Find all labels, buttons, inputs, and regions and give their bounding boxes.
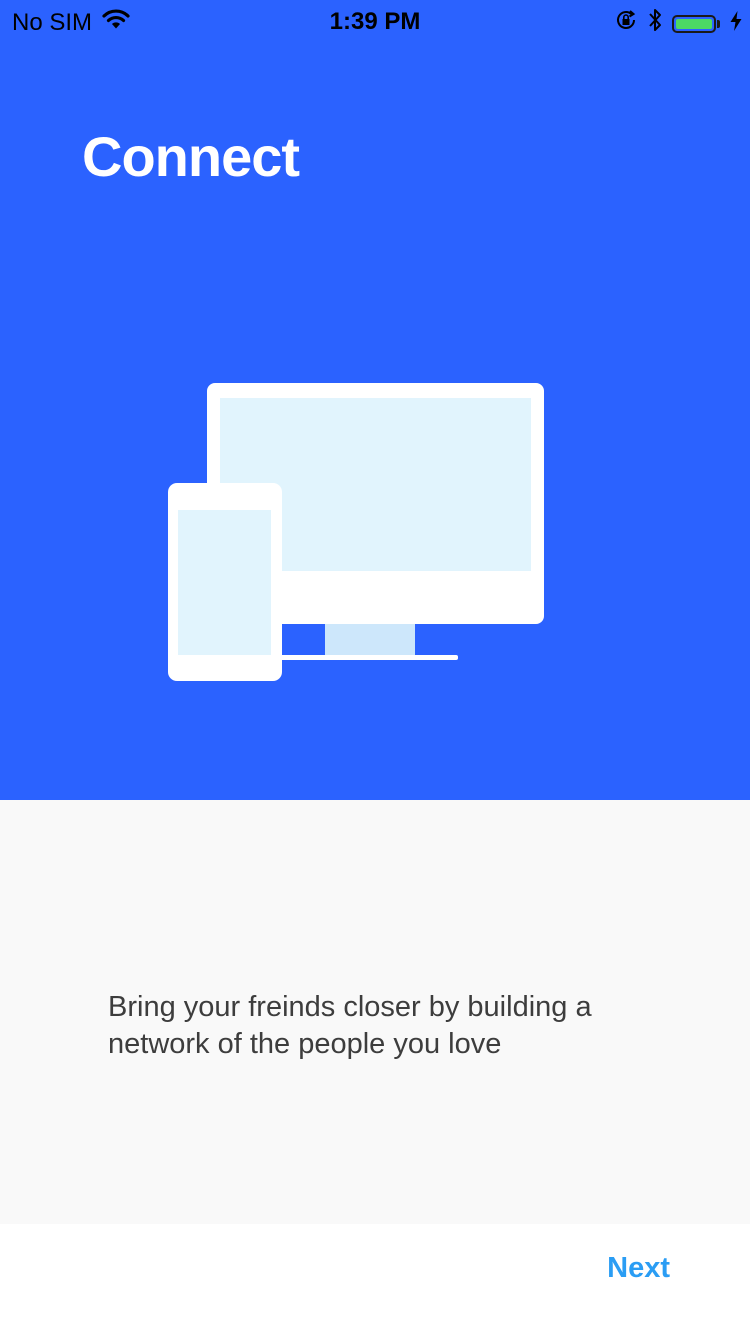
battery-tip [717,19,720,28]
battery-icon [672,14,716,33]
bluetooth-icon [648,7,662,40]
status-icons [614,7,742,40]
orientation-lock-icon [614,8,638,39]
charging-icon [730,10,742,38]
devices-illustration [160,375,560,695]
battery-group [672,14,720,33]
status-bar: No SIM 1:39 PM [0,0,750,40]
monitor-stand-neck [325,620,415,658]
onboarding-title: Connect [82,125,300,188]
next-button[interactable]: Next [607,1252,670,1285]
monitor-stand-base [278,655,458,660]
phone-screen [178,510,271,655]
onboarding-description: Bring your freinds closer by building a … [108,991,592,1060]
battery-level [676,18,712,29]
